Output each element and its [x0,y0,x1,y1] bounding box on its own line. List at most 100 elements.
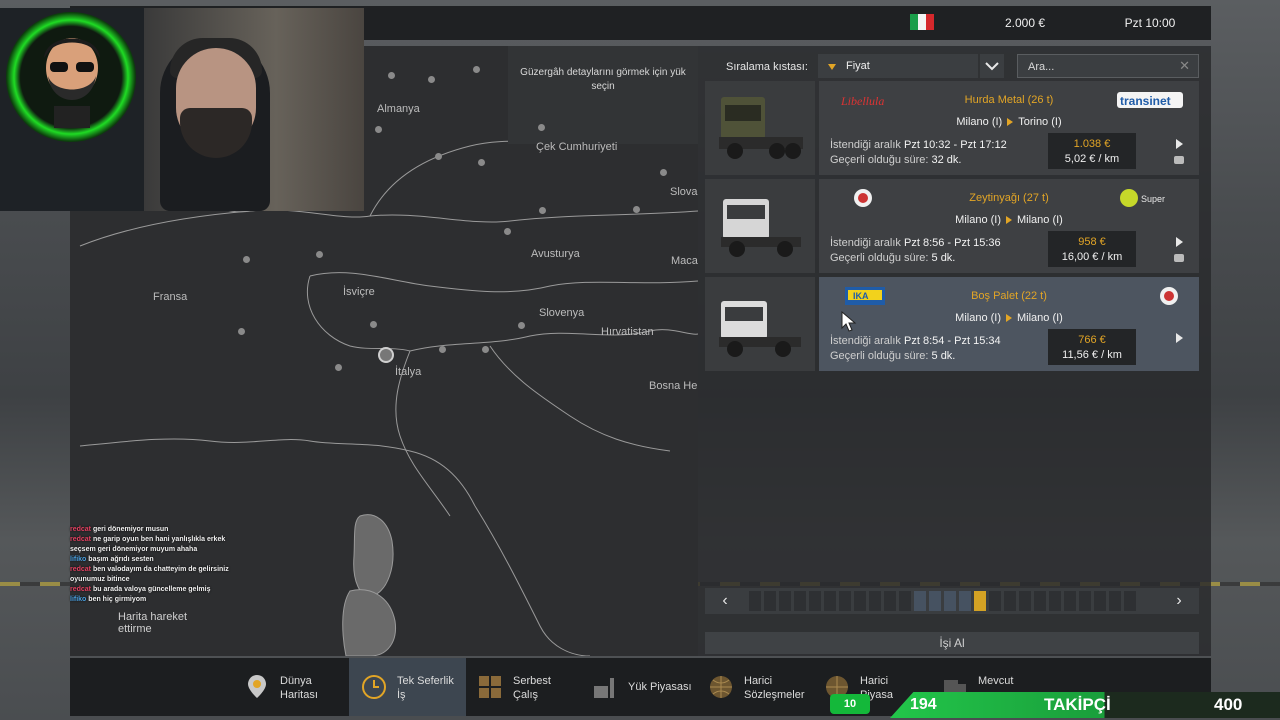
clear-icon[interactable]: ✕ [1179,58,1190,74]
chat-message: lifiko ben hiç girmiyom [70,596,147,603]
city-dot[interactable] [335,364,342,371]
next-page-button[interactable]: › [1159,588,1199,614]
city-dot[interactable] [633,206,640,213]
chevron-down-icon [985,62,999,71]
page-segment[interactable] [1019,591,1031,611]
page-segment[interactable] [1049,591,1061,611]
label-bosna-hersek: Bosna Her [649,380,698,392]
city-dot[interactable] [539,207,546,214]
city-dot[interactable] [478,159,485,166]
city-dot[interactable] [660,169,667,176]
label-macaristan: Maca [671,255,698,267]
label-almanya: Almanya [377,103,420,115]
page-segment[interactable] [824,591,836,611]
sort-direction-icon [828,64,836,70]
page-segment[interactable] [839,591,851,611]
game-time: Pzt 10:00 [1124,16,1176,30]
page-segment[interactable] [989,591,1001,611]
route-arrow-icon [1006,216,1012,225]
price-per-km: 11,56 € / km [1062,349,1122,361]
page-indicator [749,591,1136,611]
play-icon[interactable] [1176,237,1183,247]
page-segment[interactable] [944,591,956,611]
page-segment[interactable] [1109,591,1121,611]
follower-count: 194 [910,696,937,713]
price-box: 766 € 11,56 € / km [1048,329,1136,365]
page-segment[interactable] [929,591,941,611]
search-box[interactable]: ✕ [1017,54,1199,78]
city-dot[interactable] [428,76,435,83]
tab-world-map[interactable]: Dünya Haritası [242,658,342,716]
city-dot[interactable] [482,346,489,353]
page-segment[interactable] [869,591,881,611]
validity: Geçerli olduğu süre: 5 dk. [830,252,956,264]
world-map-icon [248,675,266,698]
route-origin: Milano (I) [955,214,1001,226]
page-segment[interactable] [914,591,926,611]
price-per-km: 5,02 € / km [1064,153,1120,165]
follower-badge: 10 [830,694,870,714]
avatar-illustration-icon [44,38,100,128]
tab-one-time-job[interactable]: Tek Seferlik İş [349,658,466,716]
city-dot[interactable] [370,321,377,328]
validity: Geçerli olduğu süre: 32 dk. [830,154,962,166]
city-dot[interactable] [538,124,545,131]
city-dot[interactable] [439,346,446,353]
time-window: İstendiği aralık Pzt 8:56 - Pzt 15:36 [830,237,1001,249]
city-dot[interactable] [473,66,480,73]
tab-external-contracts[interactable]: Harici Sözleşmeler [706,658,816,716]
page-segment[interactable] [854,591,866,611]
tab-freelance[interactable]: Serbest Çalış [475,658,575,716]
truck-thumbnail [705,179,815,273]
play-icon[interactable] [1176,333,1183,343]
tab-cargo-market[interactable]: Yük Piyasası [590,658,700,716]
page-segment[interactable] [794,591,806,611]
city-dot[interactable] [504,228,511,235]
chat-message: lifiko başım ağrıdı sesten [70,556,154,563]
city-dot[interactable] [316,251,323,258]
sort-dropdown-toggle[interactable] [980,54,1004,78]
page-segment[interactable] [749,591,761,611]
city-dot[interactable] [518,322,525,329]
route-destination: Milano (I) [1017,214,1063,226]
job-offer[interactable]: Libellula Hurda Metal (26 t) transinet M… [705,81,1199,175]
city-dot[interactable] [435,153,442,160]
sort-label: Sıralama kıstası: [726,61,808,73]
job-offer-selected[interactable]: IKA Boş Palet (22 t) Milano (I) Milano (I… [705,277,1199,371]
page-segment[interactable] [1079,591,1091,611]
label-cek-cumhuriyeti: Çek Cumhuriyeti [536,141,618,153]
page-segment[interactable] [1064,591,1076,611]
city-dot[interactable] [388,72,395,79]
page-segment[interactable] [1034,591,1046,611]
page-segment[interactable] [1004,591,1016,611]
chat-message: redcat geri dönemiyor musun [70,526,169,533]
city-dot[interactable] [243,256,250,263]
page-segment[interactable] [974,591,986,611]
city-dot[interactable] [238,328,245,335]
route: Milano (I) Milano (I) [819,312,1199,324]
city-dot[interactable] [375,126,382,133]
page-segment[interactable] [1124,591,1136,611]
selected-city-marker[interactable] [378,347,394,363]
page-segment[interactable] [959,591,971,611]
chat-message: redcat ne garip oyun ben hani yanlışlıkl… [70,536,226,553]
page-segment[interactable] [779,591,791,611]
page-segment[interactable] [1094,591,1106,611]
svg-text:Super: Super [1141,194,1165,204]
prev-page-button[interactable]: ‹ [705,588,745,614]
supermarket-logo-icon: Super [1120,189,1165,207]
pagination: ‹ › [705,588,1199,614]
search-input[interactable] [1026,58,1180,76]
label-hirvatistan: Hırvatistan [601,326,654,338]
follower-label: TAKİPÇİ [1044,695,1111,714]
accept-job-button[interactable]: İşi Al [705,632,1199,654]
label-avusturya: Avusturya [531,248,580,260]
page-segment[interactable] [899,591,911,611]
sort-dropdown[interactable]: Fiyat [818,54,978,78]
route: Milano (I) Milano (I) [819,214,1199,226]
page-segment[interactable] [809,591,821,611]
play-icon[interactable] [1176,139,1183,149]
page-segment[interactable] [764,591,776,611]
page-segment[interactable] [884,591,896,611]
job-offer[interactable]: Zeytinyağı (27 t) Super Milano (I) Milano… [705,179,1199,273]
